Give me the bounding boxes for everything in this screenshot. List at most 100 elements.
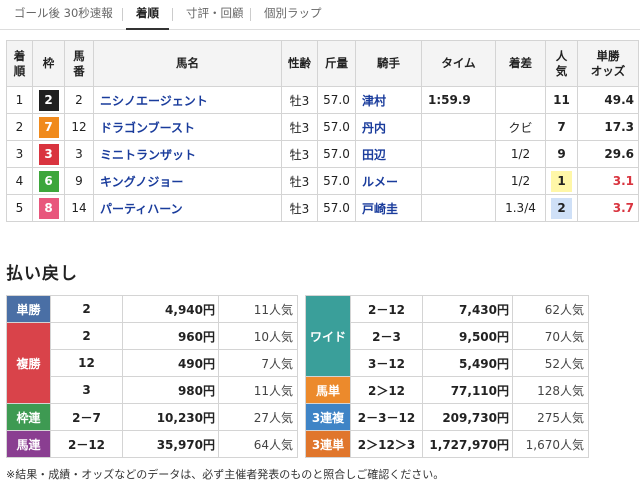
popularity-cell: 2: [545, 194, 578, 222]
margin: 1/2: [495, 167, 546, 195]
jockey-link[interactable]: 田辺: [355, 140, 422, 168]
win-odds: 29.6: [577, 140, 639, 168]
payout-amount: 980円: [122, 376, 219, 404]
payout-table-left: 単勝 2 4,940円 11人気 複勝 2 960円 10人気 12 490円 7人気 3 980円 11…: [6, 295, 298, 458]
payout-row: 複勝 2 960円 10人気: [6, 322, 298, 404]
tab-divider: [122, 8, 123, 21]
bet-type-label: ワイド: [305, 295, 351, 377]
tab-finish-order[interactable]: 着順: [126, 0, 169, 30]
result-row: 1 2 2 ニシノエージェント 牡3 57.0 津村 1:59.9 11 49.4: [6, 86, 639, 114]
horse-number: 9: [64, 167, 94, 195]
disclaimer-note: ※結果・成績・オッズなどのデータは、必ず主催者発表のものと照合しご確認ください。: [6, 468, 445, 481]
jockey-link[interactable]: ルメー: [355, 167, 422, 195]
payout-row: 馬単 2＞12 77,110円 128人気: [305, 376, 589, 404]
payout-amount: 9,500円: [422, 322, 513, 350]
carried-weight: 57.0: [317, 167, 356, 195]
header-sex-age: 性齢: [281, 40, 318, 87]
win-odds: 3.1: [577, 167, 639, 195]
sex-age: 牡3: [281, 113, 318, 141]
payout-row: 枠連 2－7 10,230円 27人気: [6, 403, 298, 431]
sex-age: 牡3: [281, 167, 318, 195]
finish-order: 5: [6, 194, 33, 222]
margin: クビ: [495, 113, 546, 141]
winning-combination: 12: [50, 349, 123, 377]
sex-age: 牡3: [281, 140, 318, 168]
waku-badge: 3: [38, 143, 59, 165]
horse-name-link[interactable]: キングノジョー: [93, 167, 282, 195]
jockey-link[interactable]: 津村: [355, 86, 422, 114]
payout-amount: 960円: [122, 322, 219, 350]
payout-popularity: 10人気: [218, 322, 298, 350]
result-tabs: ゴール後 30秒速報 着順 寸評・回顧 個別ラップ: [0, 0, 640, 30]
payout-amount: 35,970円: [122, 430, 219, 458]
win-odds: 3.7: [577, 194, 639, 222]
winning-combination: 2－12: [50, 430, 123, 458]
payout-popularity: 1,670人気: [512, 430, 589, 458]
payout-row: 馬連 2－12 35,970円 64人気: [6, 430, 298, 458]
finish-order: 4: [6, 167, 33, 195]
bet-type-label: 3連単: [305, 430, 351, 458]
waku-cell: 2: [32, 86, 65, 114]
waku-cell: 6: [32, 167, 65, 195]
header-weight: 斤量: [317, 40, 356, 87]
margin: [495, 86, 546, 114]
horse-number: 2: [64, 86, 94, 114]
payout-popularity: 64人気: [218, 430, 298, 458]
payout-amount: 77,110円: [422, 376, 513, 404]
carried-weight: 57.0: [317, 140, 356, 168]
payout-row: 3連単 2＞12＞3 1,727,970円 1,670人気: [305, 430, 589, 458]
winning-combination: 2－3－12: [350, 403, 423, 431]
bet-type-label: 枠連: [6, 403, 51, 431]
waku-badge: 7: [38, 116, 59, 138]
payout-row: ワイド 2－12 7,430円 62人気: [305, 295, 589, 377]
tab-lap[interactable]: 個別ラップ: [254, 0, 332, 30]
horse-name-link[interactable]: ドラゴンブースト: [93, 113, 282, 141]
finish-time: [421, 194, 496, 222]
margin: 1/2: [495, 140, 546, 168]
header-umaban: 馬番: [64, 40, 94, 87]
popularity-cell: 7: [545, 113, 578, 141]
carried-weight: 57.0: [317, 86, 356, 114]
jockey-link[interactable]: 丹内: [355, 113, 422, 141]
payout-popularity: 27人気: [218, 403, 298, 431]
horse-name-link[interactable]: ニシノエージェント: [93, 86, 282, 114]
winning-combination: 3－12: [350, 349, 423, 377]
horse-name-link[interactable]: ミニトランザット: [93, 140, 282, 168]
payout-amount: 10,230円: [122, 403, 219, 431]
popularity-rank: 1: [551, 170, 572, 192]
payout-popularity: 62人気: [512, 295, 589, 323]
tab-divider: [250, 8, 251, 21]
header-horse-name: 馬名: [93, 40, 282, 87]
payout-popularity: 128人気: [512, 376, 589, 404]
finish-order: 1: [6, 86, 33, 114]
finish-order: 2: [6, 113, 33, 141]
payout-popularity: 11人気: [218, 376, 298, 404]
horse-number: 12: [64, 113, 94, 141]
carried-weight: 57.0: [317, 113, 356, 141]
horse-name-link[interactable]: パーティハーン: [93, 194, 282, 222]
payout-amount: 5,490円: [422, 349, 513, 377]
tab-goal-flash[interactable]: ゴール後 30秒速報: [4, 0, 123, 30]
header-margin: 着差: [495, 40, 546, 87]
payout-popularity: 275人気: [512, 403, 589, 431]
result-row: 5 8 14 パーティハーン 牡3 57.0 戸崎圭 1.3/4 2 3.7: [6, 194, 639, 222]
header-odds: 単勝 オッズ: [577, 40, 639, 87]
winning-combination: 2－7: [50, 403, 123, 431]
payout-table-right: ワイド 2－12 7,430円 62人気 2－3 9,500円 70人気 3－12 5,490円…: [305, 295, 589, 458]
payout-amount: 1,727,970円: [422, 430, 513, 458]
margin: 1.3/4: [495, 194, 546, 222]
finish-time: [421, 167, 496, 195]
win-odds: 17.3: [577, 113, 639, 141]
waku-badge: 6: [38, 170, 59, 192]
horse-number: 3: [64, 140, 94, 168]
results-header-row: 着順 枠 馬番 馬名 性齢 斤量 騎手 タイム 着差 人気 単勝 オッズ: [6, 40, 639, 87]
payout-row: 12 490円 7人気: [7, 349, 298, 377]
payout-popularity: 7人気: [218, 349, 298, 377]
tab-review[interactable]: 寸評・回顧: [176, 0, 254, 30]
finish-time: [421, 113, 496, 141]
header-jockey: 騎手: [355, 40, 422, 87]
payout-amount: 209,730円: [422, 403, 513, 431]
jockey-link[interactable]: 戸崎圭: [355, 194, 422, 222]
carried-weight: 57.0: [317, 194, 356, 222]
payout-popularity: 52人気: [512, 349, 589, 377]
